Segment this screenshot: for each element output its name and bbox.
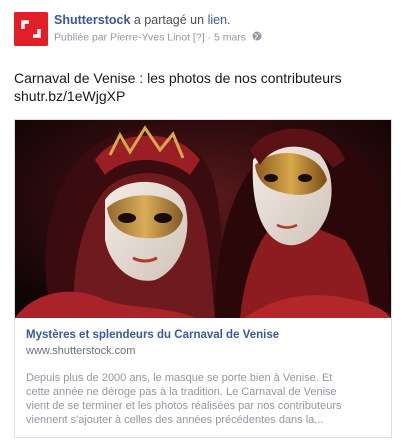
carnival-mask-photo[interactable] [15,120,391,318]
post-meta-line: Publiée par Pierre-Yves Linot [?] · 5 ma… [54,31,262,44]
action-text: a partagé un [130,13,208,27]
shutterstock-logo-icon[interactable] [14,12,48,46]
meta-separator: · [204,31,214,44]
message-short-link[interactable]: shutr.bz/1eWjgXP [14,87,394,105]
link-description: Depuis plus de 2000 ans, le masque se po… [26,371,384,427]
shared-link-word[interactable]: lien [208,13,227,27]
page-name-link[interactable]: Shutterstock [54,13,130,27]
description-line: cette année ne déroge pas à la tradition… [26,386,337,398]
description-line: viennent s'ajouter à celles des années p… [26,414,324,426]
published-by-label: Publiée par [54,31,111,44]
post-header: Shutterstock a partagé un lien. Publiée … [14,12,394,48]
publisher-tag[interactable]: [?] [190,31,205,43]
post-actor-line: Shutterstock a partagé un lien. [54,13,231,27]
post-message: Carnaval de Venise : les photos de nos c… [14,69,394,105]
description-line: Depuis plus de 2000 ans, le masque se po… [26,372,333,384]
action-end: . [227,13,231,27]
message-text: Carnaval de Venise : les photos de nos c… [14,70,342,86]
publisher-name[interactable]: Pierre-Yves Linot [110,31,190,43]
link-title[interactable]: Mystères et splendeurs du Carnaval de Ve… [26,329,279,341]
description-line: vient de se terminer et les photos réali… [26,400,342,412]
link-domain: www.shutterstock.com [26,345,136,357]
globe-icon[interactable] [252,31,262,44]
post-date[interactable]: 5 mars [214,31,246,43]
link-preview-card[interactable]: Mystères et splendeurs du Carnaval de Ve… [14,119,392,438]
